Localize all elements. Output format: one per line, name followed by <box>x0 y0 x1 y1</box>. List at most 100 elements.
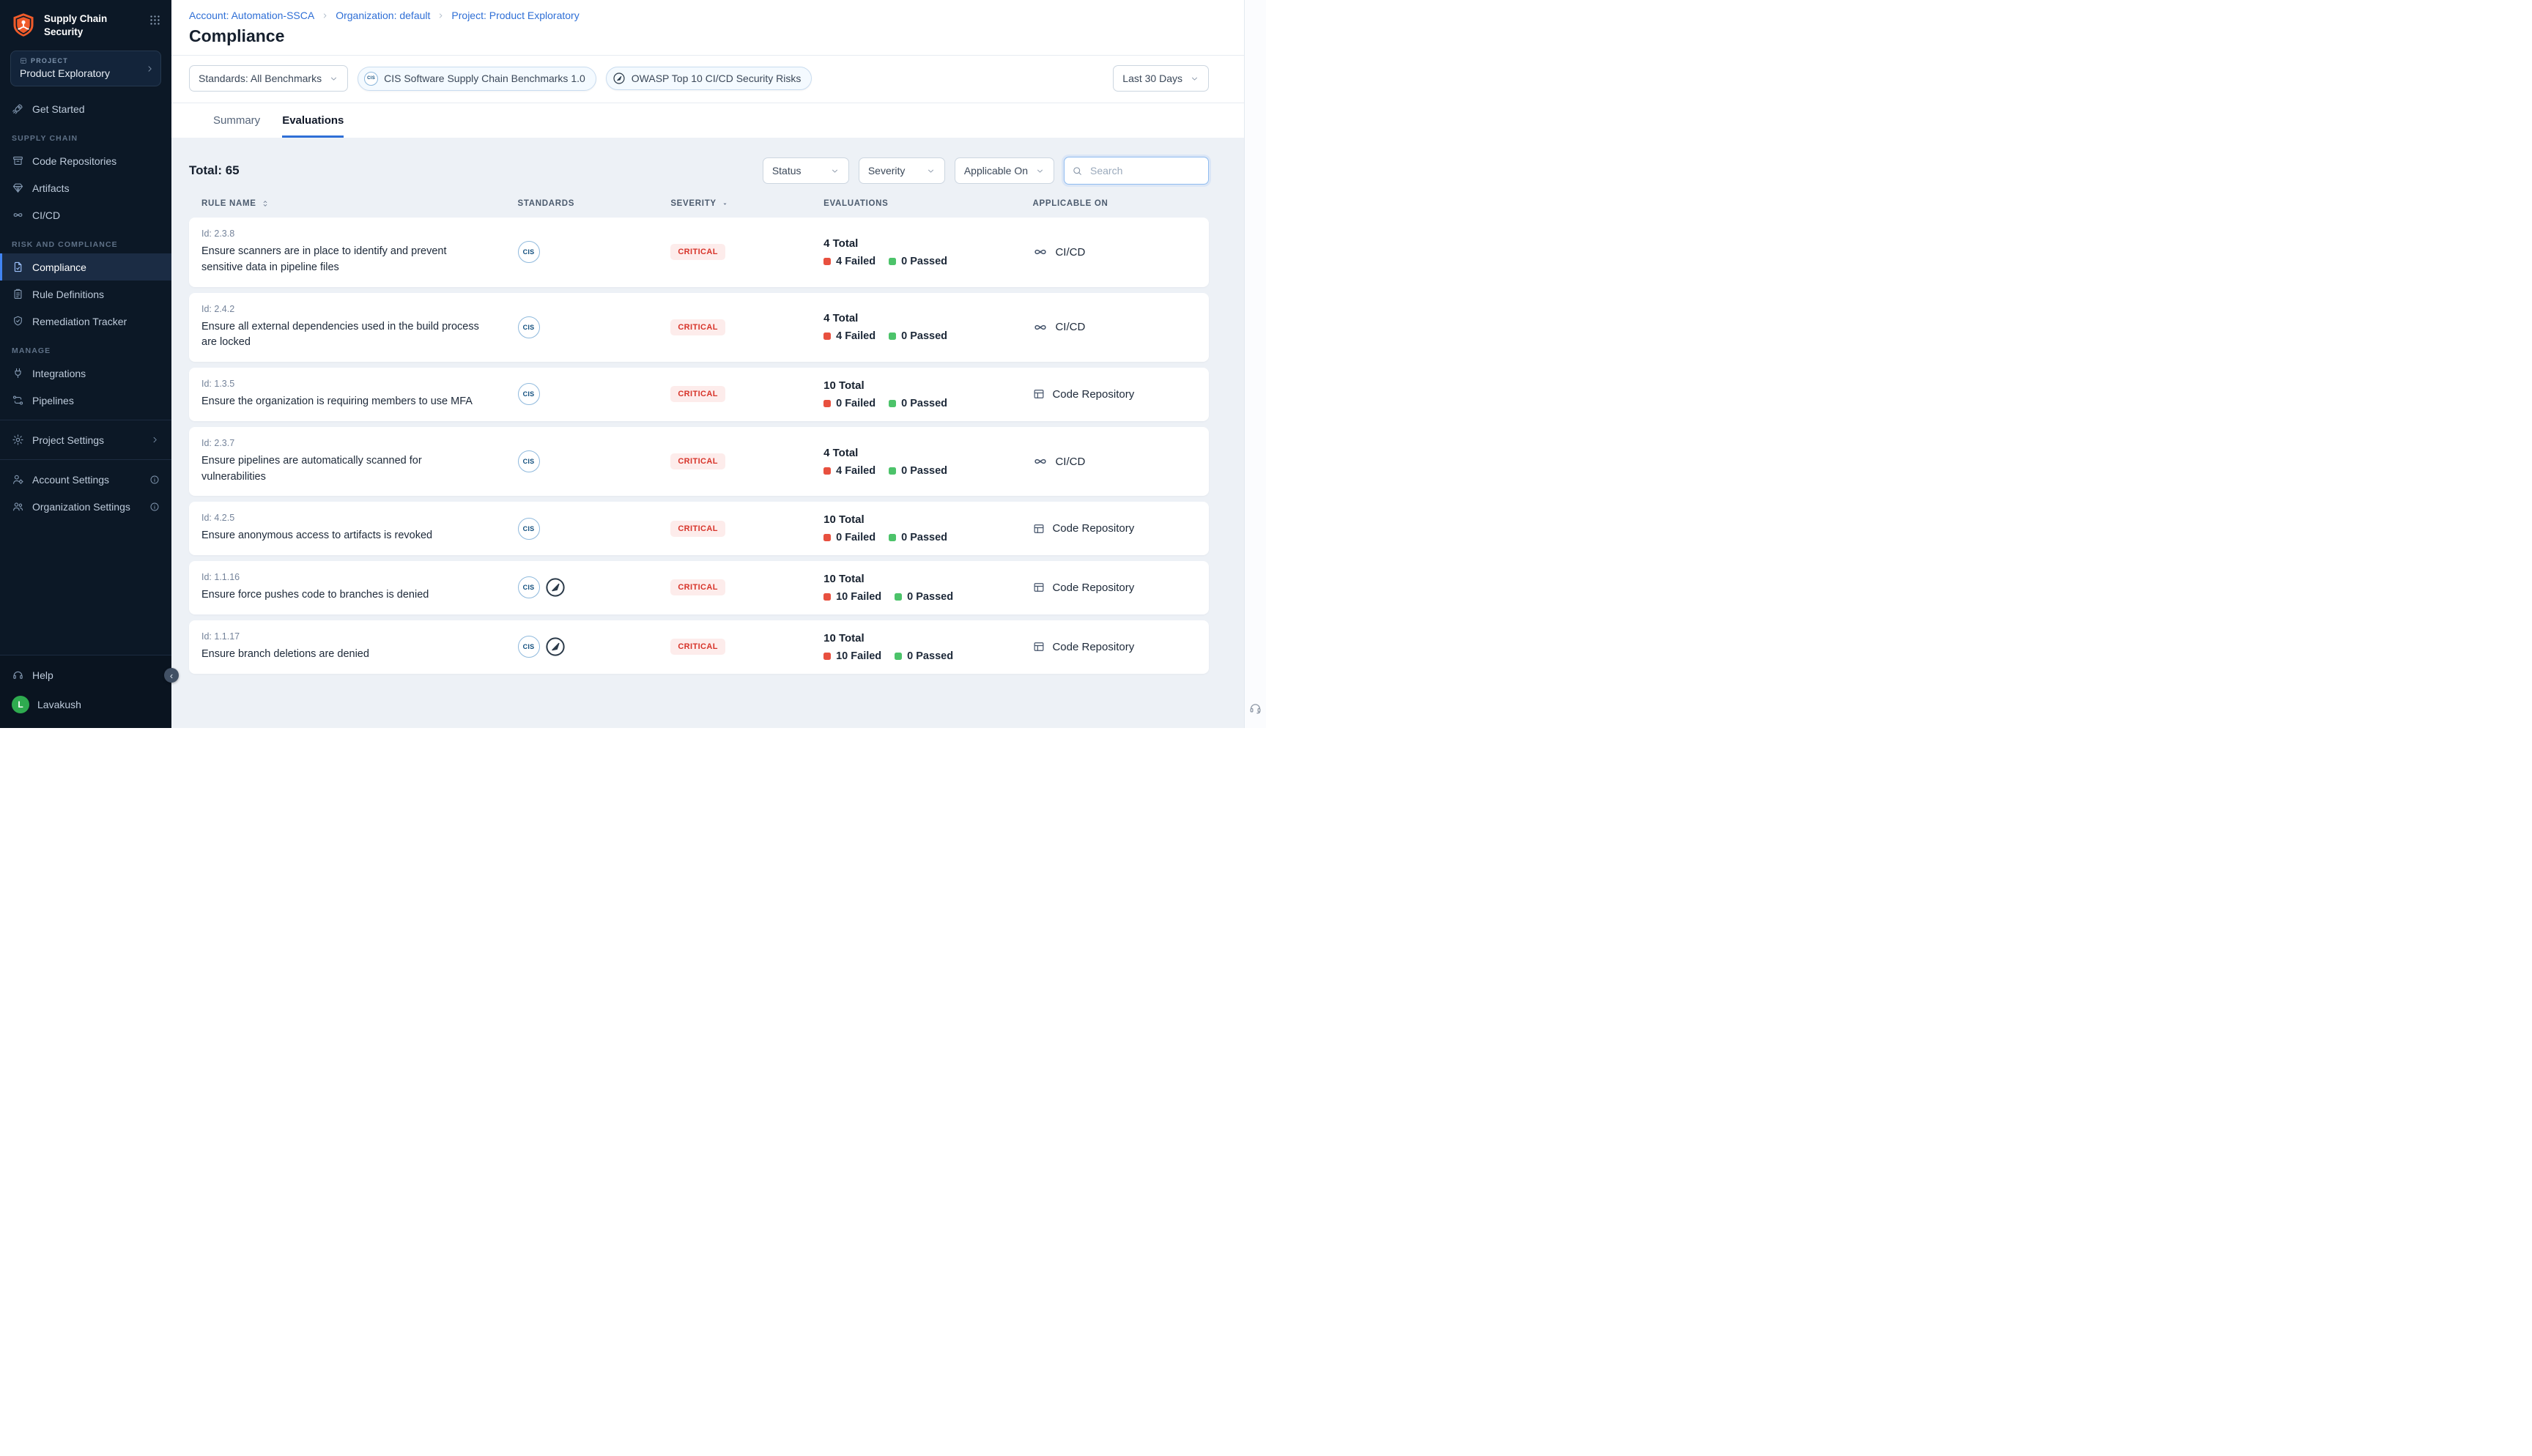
table-row[interactable]: Id: 1.1.17 Ensure branch deletions are d… <box>189 620 1209 674</box>
failed-square-icon <box>823 593 831 601</box>
sidebar-item-account-settings[interactable]: Account Settings <box>0 466 171 493</box>
sidebar-item-cicd[interactable]: CI/CD <box>0 201 171 229</box>
evaluations-passed: 0 Passed <box>889 465 947 477</box>
cis-logo-icon: CIS <box>518 316 540 338</box>
table-row[interactable]: Id: 2.3.7 Ensure pipelines are automatic… <box>189 427 1209 497</box>
breadcrumb-organization[interactable]: Organization: default <box>336 10 430 21</box>
headphones-icon <box>12 669 24 681</box>
document-check-icon <box>12 261 24 273</box>
rule-id: Id: 4.2.5 <box>201 513 506 523</box>
standards-dropdown[interactable]: Standards: All Benchmarks <box>189 65 348 92</box>
project-label: PROJECT <box>20 57 141 64</box>
chevron-down-icon <box>830 166 840 176</box>
cis-logo-icon: CIS <box>518 576 540 598</box>
benchmark-chip-owasp[interactable]: OWASP Top 10 CI/CD Security Risks <box>606 67 812 90</box>
rule-name[interactable]: Ensure force pushes code to branches is … <box>201 587 489 603</box>
severity-filter-dropdown[interactable]: Severity <box>859 157 945 184</box>
date-range-label: Last 30 Days <box>1122 73 1182 84</box>
evaluations-cell: 4 Total 4 Failed 0 Passed <box>811 237 1020 267</box>
app-logo-shield-icon <box>10 11 37 39</box>
search-icon <box>1072 166 1083 177</box>
rule-name[interactable]: Ensure scanners are in place to identify… <box>201 244 489 276</box>
owasp-logo-icon <box>612 72 626 85</box>
sidebar-divider <box>0 459 171 460</box>
applicable-on-cell: Code Repository <box>1020 387 1209 401</box>
sidebar-item-code-repositories[interactable]: Code Repositories <box>0 147 171 174</box>
rule-id: Id: 2.4.2 <box>201 304 506 314</box>
sidebar: Supply Chain Security PROJECT Product Ex… <box>0 0 171 728</box>
chevron-down-icon <box>1035 166 1045 176</box>
evaluations-failed: 0 Failed <box>823 398 876 409</box>
rule-cell: Id: 2.4.2 Ensure all external dependenci… <box>189 304 506 352</box>
tab-evaluations[interactable]: Evaluations <box>282 114 344 138</box>
breadcrumb-account[interactable]: Account: Automation-SSCA <box>189 10 314 21</box>
cicd-infinity-icon <box>1032 453 1048 469</box>
project-selector[interactable]: PROJECT Product Exploratory <box>10 51 161 86</box>
severity-badge: CRITICAL <box>670 453 725 469</box>
applicable-on-label: CI/CD <box>1055 321 1085 333</box>
column-standards: STANDARDS <box>506 199 659 208</box>
user-menu[interactable]: L Lavakush <box>0 688 171 721</box>
apps-grid-icon[interactable] <box>149 14 161 26</box>
table-row[interactable]: Id: 2.3.8 Ensure scanners are in place t… <box>189 218 1209 287</box>
sidebar-item-label: Remediation Tracker <box>32 316 127 327</box>
sidebar-item-integrations[interactable]: Integrations <box>0 360 171 387</box>
status-filter-dropdown[interactable]: Status <box>763 157 849 184</box>
sidebar-nav: Get Started SUPPLY CHAIN Code Repositori… <box>0 92 171 655</box>
standards-dropdown-label: Standards: All Benchmarks <box>199 73 322 84</box>
rule-name[interactable]: Ensure anonymous access to artifacts is … <box>201 528 489 544</box>
rule-cell: Id: 2.3.8 Ensure scanners are in place t… <box>189 229 506 276</box>
rule-name[interactable]: Ensure all external dependencies used in… <box>201 319 489 352</box>
table-row[interactable]: Id: 1.1.16 Ensure force pushes code to b… <box>189 561 1209 614</box>
rule-name[interactable]: Ensure the organization is requiring mem… <box>201 394 489 410</box>
passed-square-icon <box>895 593 902 601</box>
sidebar-item-get-started[interactable]: Get Started <box>0 95 171 122</box>
date-range-dropdown[interactable]: Last 30 Days <box>1113 65 1209 92</box>
breadcrumb-project[interactable]: Project: Product Exploratory <box>451 10 579 21</box>
sidebar-item-artifacts[interactable]: Artifacts <box>0 174 171 201</box>
applicable-on-filter-dropdown[interactable]: Applicable On <box>955 157 1054 184</box>
info-icon <box>149 502 160 512</box>
code-repository-icon <box>1032 640 1045 653</box>
evaluations-passed: 0 Passed <box>895 591 953 603</box>
cis-logo-icon: CIS <box>518 241 540 263</box>
sidebar-item-organization-settings[interactable]: Organization Settings <box>0 493 171 520</box>
severity-cell: CRITICAL <box>658 639 811 655</box>
right-rail <box>1244 0 1266 728</box>
sidebar-item-remediation-tracker[interactable]: Remediation Tracker <box>0 308 171 335</box>
sidebar-item-label: Pipelines <box>32 395 74 406</box>
sidebar-item-compliance[interactable]: Compliance <box>0 253 171 281</box>
tab-summary[interactable]: Summary <box>213 114 260 138</box>
search-input[interactable] <box>1089 164 1201 177</box>
sidebar-item-rule-definitions[interactable]: Rule Definitions <box>0 281 171 308</box>
help-button[interactable]: Help <box>0 661 171 688</box>
evaluations-cell: 10 Total 0 Failed 0 Passed <box>811 513 1020 543</box>
applicable-on-label: CI/CD <box>1055 456 1085 468</box>
rules-table-body: Id: 2.3.8 Ensure scanners are in place t… <box>189 218 1209 674</box>
breadcrumb: Account: Automation-SSCA Organization: d… <box>189 10 1209 21</box>
cis-logo-icon: CIS <box>518 636 540 658</box>
column-severity[interactable]: SEVERITY <box>658 199 811 208</box>
sidebar-item-project-settings[interactable]: Project Settings <box>0 426 171 453</box>
applicable-on-label: Code Repository <box>1052 641 1134 653</box>
archive-box-icon <box>12 155 24 167</box>
rule-id: Id: 2.3.7 <box>201 438 506 448</box>
benchmark-chip-cis[interactable]: CIS CIS Software Supply Chain Benchmarks… <box>358 67 596 91</box>
support-headset-icon[interactable] <box>1248 701 1262 715</box>
user-gear-icon <box>12 473 24 486</box>
table-row[interactable]: Id: 4.2.5 Ensure anonymous access to art… <box>189 502 1209 555</box>
rule-id: Id: 1.1.17 <box>201 631 506 642</box>
rule-id: Id: 1.3.5 <box>201 379 506 389</box>
table-row[interactable]: Id: 2.4.2 Ensure all external dependenci… <box>189 293 1209 363</box>
rule-name[interactable]: Ensure pipelines are automatically scann… <box>201 453 489 486</box>
sidebar-item-pipelines[interactable]: Pipelines <box>0 387 171 414</box>
passed-square-icon <box>889 534 896 541</box>
rule-name[interactable]: Ensure branch deletions are denied <box>201 647 489 663</box>
table-row[interactable]: Id: 1.3.5 Ensure the organization is req… <box>189 368 1209 421</box>
standards-icons: CIS <box>518 316 659 338</box>
sidebar-collapse-handle[interactable]: ‹ <box>164 668 179 683</box>
rocket-icon <box>12 103 24 115</box>
standards-cell: CIS <box>506 576 659 598</box>
column-rule-name[interactable]: RULE NAME <box>189 199 506 208</box>
column-evaluations: EVALUATIONS <box>811 199 1020 208</box>
